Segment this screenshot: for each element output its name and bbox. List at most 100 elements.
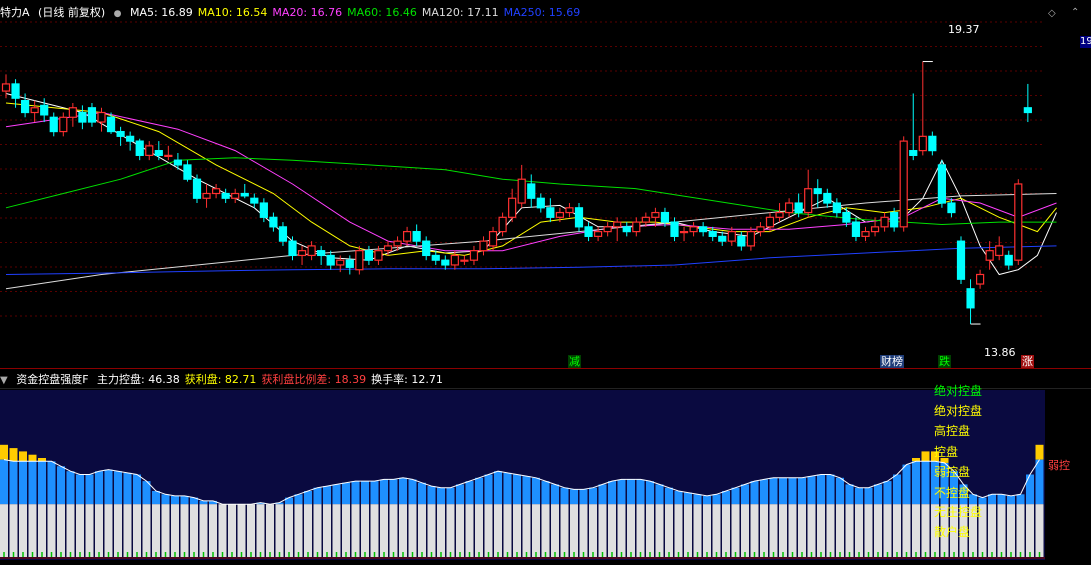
main-control-bar (912, 461, 920, 505)
candle (746, 226, 756, 251)
ma-legend-item[interactable]: MA60: 16.46 (347, 6, 417, 19)
ma-legend-item[interactable]: MA5: 16.89 (130, 6, 193, 19)
retail-bar (171, 504, 179, 557)
indicator-value-item[interactable]: 获利盘比例差: 18.39 (261, 373, 366, 386)
retail-bar (361, 504, 369, 557)
retail-bar (560, 504, 569, 557)
control-level-label: 散户盘 (934, 525, 971, 539)
candle (116, 126, 125, 146)
main-control-bar (570, 489, 578, 505)
tag-finance-list[interactable]: 财榜 (880, 355, 904, 368)
retail-bar (684, 504, 692, 557)
retail-bar (465, 504, 474, 557)
candle (135, 138, 144, 161)
candle (727, 226, 736, 246)
ma-legend-item[interactable]: MA120: 17.11 (422, 6, 499, 19)
stock-chart-canvas (0, 21, 1057, 560)
main-control-bar (66, 471, 75, 505)
ma-legend-item[interactable]: MA20: 16.76 (272, 6, 342, 19)
candle (297, 245, 307, 265)
candle (231, 188, 240, 204)
indicator-title[interactable]: 资金控盘强度F (16, 373, 88, 386)
candle (622, 222, 631, 237)
candle-body (679, 231, 689, 234)
retail-bar (418, 504, 426, 557)
candle (899, 136, 908, 232)
stock-title[interactable]: 特力A (0, 6, 30, 19)
retail-bar (921, 504, 930, 557)
ma-legend-item[interactable]: MA10: 16.54 (198, 6, 268, 19)
candle (97, 107, 106, 132)
control-level-label: 高控盘 (934, 424, 971, 438)
candle-body (403, 231, 412, 242)
retail-bar (874, 504, 882, 557)
candle (212, 183, 221, 199)
retail-bar (0, 504, 8, 557)
candle (718, 231, 727, 246)
tag-rise[interactable]: 涨 (1021, 355, 1034, 368)
retail-bar (180, 504, 189, 557)
indicator-value-item[interactable]: 获利盘: 82.71 (185, 373, 257, 386)
candle (202, 183, 211, 208)
main-control-bar (750, 481, 759, 505)
candle (613, 217, 622, 242)
chevron-up-icon[interactable]: ⌃ (1071, 7, 1079, 18)
candle-body (708, 231, 717, 237)
retail-bar (608, 504, 616, 557)
main-control-bar (1016, 494, 1025, 505)
diamond-icon[interactable]: ◇ (1048, 8, 1056, 19)
candle-body (603, 226, 612, 233)
main-control-bar (9, 461, 18, 505)
candle-body (956, 240, 966, 280)
chevron-down-icon[interactable]: ▼ (0, 375, 8, 386)
retail-bar (370, 504, 379, 557)
period-label[interactable]: (日线 前复权) (38, 6, 105, 19)
retail-bar (703, 504, 711, 557)
candle (460, 255, 469, 265)
indicator-value-item[interactable]: 主力控盘: 46.38 (97, 373, 180, 386)
retail-bar (513, 504, 521, 557)
candle-body (240, 192, 249, 197)
tag-reduce[interactable]: 减 (568, 355, 581, 368)
tag-fall[interactable]: 跌 (938, 355, 951, 368)
candle (699, 222, 708, 237)
candle (775, 203, 784, 223)
retail-bar (712, 504, 721, 557)
candle (956, 236, 966, 285)
main-control-bar (19, 461, 27, 505)
candle (584, 222, 593, 242)
candle-body (670, 221, 679, 237)
indicator-value-item[interactable]: 换手率: 12.71 (371, 373, 443, 386)
candle-body (317, 250, 326, 257)
profit-bar (28, 454, 37, 462)
candle-body (221, 192, 230, 199)
ma-line-ma120 (5, 193, 1057, 290)
candle-body (613, 221, 622, 228)
right-price-badge: 19 (1080, 36, 1091, 48)
candle (928, 131, 937, 156)
ma-legend-item[interactable]: MA250: 15.69 (504, 6, 581, 19)
retail-bar (332, 504, 341, 557)
main-control-bar (389, 479, 398, 505)
candle-body (49, 116, 58, 133)
retail-bar (551, 504, 559, 557)
candle (918, 61, 927, 156)
settings-circle-icon[interactable]: ● (114, 9, 122, 19)
candlestick-series[interactable] (1, 61, 1032, 325)
retail-bar (750, 504, 759, 557)
candle-body (498, 216, 507, 233)
candle-body (192, 178, 202, 199)
profit-bar (9, 448, 18, 462)
candle (565, 203, 574, 218)
candle (126, 131, 135, 151)
candle-body (804, 188, 813, 214)
candle-body (985, 250, 994, 261)
retail-bar (389, 504, 398, 557)
candle-body (431, 254, 440, 261)
main-control-bar (418, 482, 426, 505)
candle (985, 241, 994, 270)
main-control-bar (541, 481, 550, 505)
main-control-bar (408, 479, 417, 505)
main-control-bar (304, 491, 312, 505)
candle-body (651, 211, 660, 218)
